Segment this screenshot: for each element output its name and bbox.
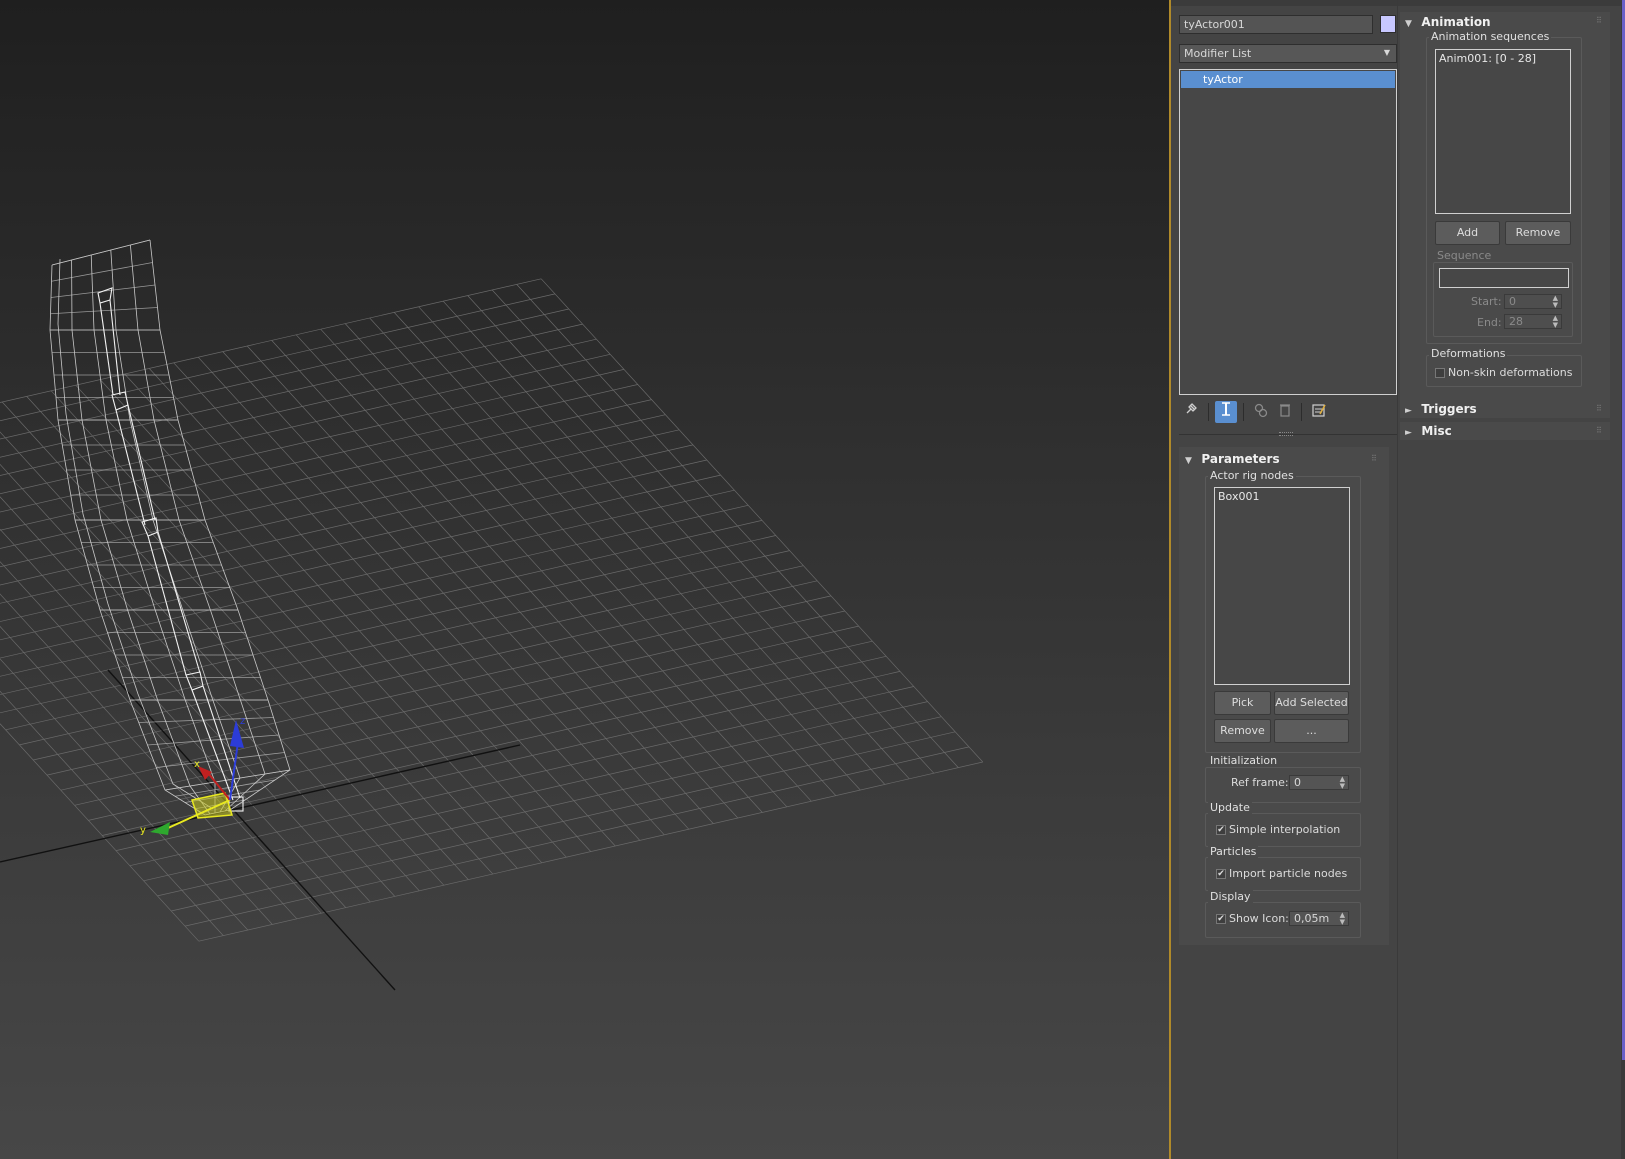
rollout-grip-icon[interactable]: ⠿ bbox=[1596, 16, 1602, 25]
list-item-label: Box001 bbox=[1218, 490, 1260, 503]
toolbar-separator bbox=[1208, 403, 1209, 421]
update-label: Update bbox=[1208, 801, 1252, 814]
import-particle-nodes-checkbox[interactable]: ✔ bbox=[1216, 869, 1226, 879]
make-unique-icon[interactable] bbox=[1251, 402, 1271, 422]
spinner-arrows-icon[interactable]: ▲ ▼ bbox=[1340, 912, 1345, 926]
simple-interpolation-label: Simple interpolation bbox=[1229, 823, 1341, 836]
parameters-rollout-header[interactable]: ▼ Parameters bbox=[1185, 452, 1280, 466]
toolbar-separator bbox=[1301, 403, 1302, 421]
gizmo-y-label: y bbox=[140, 825, 146, 836]
modifier-list-label: Modifier List bbox=[1184, 47, 1252, 60]
spinner-arrows-icon[interactable]: ▲ ▼ bbox=[1340, 776, 1345, 790]
start-label: Start: bbox=[1471, 295, 1502, 308]
rollout-grip-icon[interactable]: ⠿ bbox=[1596, 404, 1602, 413]
toolbar-separator bbox=[1243, 403, 1244, 421]
list-item-label: Anim001: [0 - 28] bbox=[1439, 52, 1537, 65]
pin-stack-icon[interactable] bbox=[1181, 402, 1201, 422]
gizmo-x-label: x bbox=[194, 759, 200, 770]
end-spinner[interactable]: 28 ▲ ▼ bbox=[1504, 314, 1562, 329]
remove-sequence-button[interactable]: Remove bbox=[1505, 221, 1571, 245]
column-separator bbox=[1397, 0, 1398, 1159]
collapse-triangle-icon: ▼ bbox=[1405, 19, 1412, 29]
spinner-arrows-icon[interactable]: ▲ ▼ bbox=[1553, 315, 1558, 329]
end-label: End: bbox=[1477, 316, 1502, 329]
viewport-canvas[interactable]: y x z bbox=[0, 0, 1170, 1159]
display-label: Display bbox=[1208, 890, 1253, 903]
rollout-grip-icon[interactable]: ⠿ bbox=[1596, 426, 1602, 435]
initialization-label: Initialization bbox=[1208, 754, 1280, 767]
pick-button[interactable]: Pick bbox=[1214, 691, 1271, 715]
splitter-grip-icon[interactable] bbox=[1279, 432, 1293, 436]
misc-rollout-header[interactable]: ► Misc bbox=[1405, 424, 1452, 438]
modifier-stack-item-label: tyActor bbox=[1203, 73, 1243, 86]
remove-modifier-icon[interactable] bbox=[1275, 402, 1295, 422]
ref-frame-label: Ref frame: bbox=[1231, 776, 1289, 789]
chevron-down-icon: ▼ bbox=[1383, 48, 1390, 57]
sequence-label: Sequence bbox=[1435, 249, 1494, 262]
rig-bones-wireframe bbox=[97, 287, 244, 812]
object-color-swatch[interactable] bbox=[1380, 15, 1396, 33]
more-options-button[interactable]: ... bbox=[1274, 719, 1349, 743]
list-item[interactable]: Anim001: [0 - 28] bbox=[1436, 50, 1570, 67]
gizmo-z-label: z bbox=[240, 716, 245, 727]
command-panel-tabs[interactable] bbox=[1171, 0, 1625, 6]
icon-size-value: 0,05m bbox=[1294, 912, 1330, 925]
show-end-result-icon[interactable] bbox=[1215, 401, 1237, 423]
modifier-stack-list[interactable]: tyActor bbox=[1179, 69, 1397, 395]
end-value: 28 bbox=[1509, 315, 1523, 328]
ref-frame-value: 0 bbox=[1294, 776, 1301, 789]
modifier-stack-item-tyactor[interactable]: tyActor bbox=[1181, 71, 1395, 88]
list-item[interactable]: Box001 bbox=[1215, 488, 1349, 505]
animation-title: Animation bbox=[1421, 15, 1491, 29]
expand-triangle-icon: ► bbox=[1405, 406, 1412, 416]
triggers-title: Triggers bbox=[1421, 402, 1477, 416]
icon-size-spinner[interactable]: 0,05m ▲ ▼ bbox=[1289, 911, 1349, 926]
triggers-rollout-header[interactable]: ► Triggers bbox=[1405, 402, 1477, 416]
object-name-field[interactable]: tyActor001 bbox=[1179, 15, 1373, 34]
start-spinner[interactable]: 0 ▲ ▼ bbox=[1504, 294, 1562, 309]
spinner-arrows-icon[interactable]: ▲ ▼ bbox=[1553, 295, 1558, 309]
animation-sequences-label: Animation sequences bbox=[1429, 30, 1552, 43]
simple-interpolation-checkbox[interactable]: ✔ bbox=[1216, 825, 1226, 835]
start-value: 0 bbox=[1509, 295, 1516, 308]
show-icon-checkbox[interactable]: ✔ bbox=[1216, 914, 1226, 924]
animation-rollout-header[interactable]: ▼ Animation bbox=[1405, 15, 1491, 29]
import-particle-nodes-label: Import particle nodes bbox=[1229, 867, 1348, 880]
ground-grid bbox=[0, 239, 984, 942]
show-icon-label: Show Icon: bbox=[1229, 912, 1289, 925]
command-panel: tyActor001 Modifier List ▼ tyActor ▼ Par… bbox=[1171, 0, 1625, 1159]
ref-frame-spinner[interactable]: 0 ▲ ▼ bbox=[1289, 775, 1349, 790]
viewport-perspective[interactable]: y x z bbox=[0, 0, 1170, 1159]
misc-title: Misc bbox=[1421, 424, 1452, 438]
collapse-triangle-icon: ▼ bbox=[1185, 456, 1192, 466]
non-skin-deformations-label: Non-skin deformations bbox=[1448, 366, 1573, 379]
remove-rig-node-button[interactable]: Remove bbox=[1214, 719, 1271, 743]
animation-sequences-list[interactable]: Anim001: [0 - 28] bbox=[1435, 49, 1571, 214]
expand-triangle-icon: ► bbox=[1405, 428, 1412, 438]
rollout-grip-icon[interactable]: ⠿ bbox=[1371, 454, 1377, 463]
parameters-title: Parameters bbox=[1201, 452, 1280, 466]
particles-label: Particles bbox=[1208, 845, 1259, 858]
actor-rig-nodes-list[interactable]: Box001 bbox=[1214, 487, 1350, 685]
non-skin-deformations-checkbox[interactable] bbox=[1435, 368, 1445, 378]
deformations-label: Deformations bbox=[1429, 347, 1508, 360]
modifier-list-dropdown[interactable]: Modifier List ▼ bbox=[1179, 44, 1397, 63]
add-selected-button[interactable]: Add Selected bbox=[1274, 691, 1349, 715]
configure-modifier-sets-icon[interactable] bbox=[1309, 402, 1329, 422]
sequence-name-field[interactable] bbox=[1439, 268, 1569, 288]
add-sequence-button[interactable]: Add bbox=[1435, 221, 1500, 245]
actor-rig-nodes-label: Actor rig nodes bbox=[1208, 469, 1296, 482]
